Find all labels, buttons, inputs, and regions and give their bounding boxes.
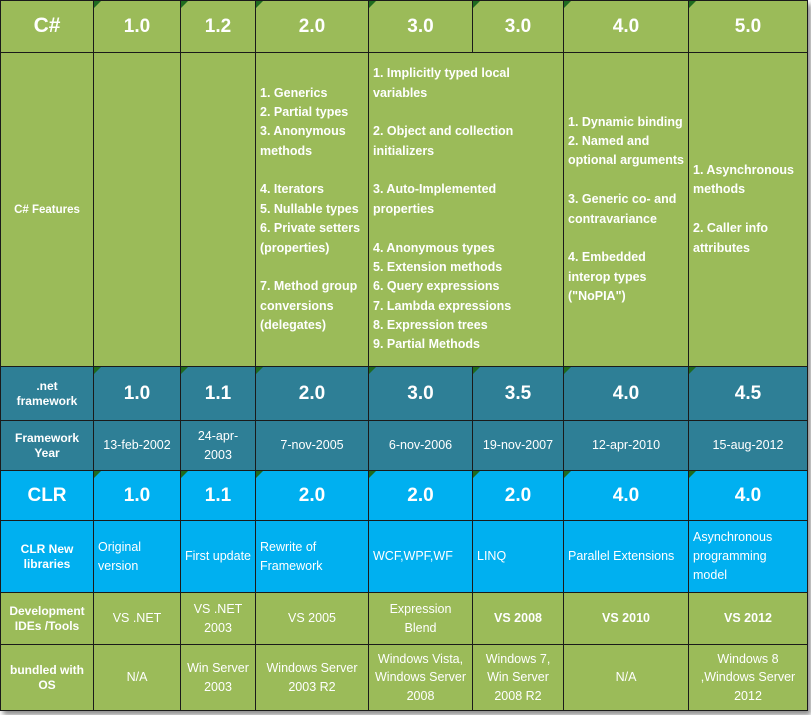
csharp-version-4-0: 4.0	[563, 0, 689, 53]
csharp-features-2-0: 1. Generics 2. Partial types 3. Anonymou…	[255, 52, 369, 367]
net-framework-2-0: 2.0	[255, 366, 369, 421]
dev-ide-2-0: VS 2005	[255, 592, 369, 645]
bundled-os-4-0: N/A	[563, 644, 689, 711]
csharp-features-1-0	[93, 52, 181, 367]
dev-ide-4-5: VS 2012	[688, 592, 808, 645]
table-row-dev-ides-tools: Development IDEs /Tools VS .NET VS .NET …	[0, 592, 808, 645]
row-label-csharp: C#	[0, 0, 94, 53]
net-framework-1-1: 1.1	[180, 366, 256, 421]
net-framework-4-0: 4.0	[563, 366, 689, 421]
bundled-os-4-5: Windows 8 ,Windows Server 2012	[688, 644, 808, 711]
dev-ide-1-0: VS .NET	[93, 592, 181, 645]
framework-year-1-0: 13-feb-2002	[93, 420, 181, 471]
clr-libraries-1-1: First update	[180, 520, 256, 593]
csharp-version-3-0-b: 3.0	[472, 0, 564, 53]
spreadsheet-canvas: C# 1.0 1.2 2.0 3.0 3.0 4.0 5.0 C# Featur…	[0, 0, 811, 715]
table-row-clr-new-libraries: CLR New libraries Original version First…	[0, 520, 808, 593]
framework-year-4-0: 12-apr-2010	[563, 420, 689, 471]
table-row-clr: CLR 1.0 1.1 2.0 2.0 2.0 4.0 4.0	[0, 470, 808, 521]
framework-year-3-0: 6-nov-2006	[368, 420, 473, 471]
csharp-version-5-0: 5.0	[688, 0, 808, 53]
csharp-features-1-2	[180, 52, 256, 367]
clr-version-4-0-b: 4.0	[688, 470, 808, 521]
table-row-bundled-with-os: bundled with OS N/A Win Server 2003 Wind…	[0, 644, 808, 711]
clr-version-2-0-c: 2.0	[472, 470, 564, 521]
csharp-version-3-0: 3.0	[368, 0, 473, 53]
clr-version-1-1: 1.1	[180, 470, 256, 521]
csharp-version-1-2: 1.2	[180, 0, 256, 53]
net-framework-3-5: 3.5	[472, 366, 564, 421]
table-row-csharp-features: C# Features 1. Generics 2. Partial types…	[0, 52, 808, 367]
clr-version-2-0: 2.0	[255, 470, 369, 521]
row-label-clr: CLR	[0, 470, 94, 521]
framework-year-1-1: 24-apr-2003	[180, 420, 256, 471]
csharp-dotnet-version-table: C# 1.0 1.2 2.0 3.0 3.0 4.0 5.0 C# Featur…	[0, 0, 808, 711]
clr-libraries-1-0: Original version	[93, 520, 181, 593]
clr-libraries-3-0: WCF,WPF,WF	[368, 520, 473, 593]
table-row-net-framework: .net framework 1.0 1.1 2.0 3.0 3.5 4.0 4…	[0, 366, 808, 421]
bundled-os-3-0: Windows Vista, Windows Server 2008	[368, 644, 473, 711]
row-label-bundled-with-os: bundled with OS	[0, 644, 94, 711]
row-label-csharp-features: C# Features	[0, 52, 94, 367]
csharp-features-4-0: 1. Dynamic binding 2. Named and optional…	[563, 52, 689, 367]
dev-ide-3-0: Expression Blend	[368, 592, 473, 645]
bundled-os-1-1: Win Server 2003	[180, 644, 256, 711]
clr-version-1-0: 1.0	[93, 470, 181, 521]
row-label-dev-ides-tools: Development IDEs /Tools	[0, 592, 94, 645]
table-row-framework-year: Framework Year 13-feb-2002 24-apr-2003 7…	[0, 420, 808, 471]
clr-libraries-4-5: Asynchronous programming model	[688, 520, 808, 593]
row-label-clr-new-libraries: CLR New libraries	[0, 520, 94, 593]
bundled-os-3-5: Windows 7, Win Server 2008 R2	[472, 644, 564, 711]
dev-ide-4-0: VS 2010	[563, 592, 689, 645]
clr-libraries-3-5: LINQ	[472, 520, 564, 593]
bundled-os-2-0: Windows Server 2003 R2	[255, 644, 369, 711]
dev-ide-1-1: VS .NET 2003	[180, 592, 256, 645]
clr-version-4-0: 4.0	[563, 470, 689, 521]
dev-ide-3-5: VS 2008	[472, 592, 564, 645]
clr-libraries-4-0: Parallel Extensions	[563, 520, 689, 593]
clr-libraries-2-0: Rewrite of Framework	[255, 520, 369, 593]
table-row-csharp-version: C# 1.0 1.2 2.0 3.0 3.0 4.0 5.0	[0, 0, 808, 53]
csharp-features-3-0: 1. Implicitly typed local variables 2. O…	[368, 52, 564, 367]
net-framework-3-0: 3.0	[368, 366, 473, 421]
csharp-version-1-0: 1.0	[93, 0, 181, 53]
clr-version-2-0-b: 2.0	[368, 470, 473, 521]
csharp-version-2-0: 2.0	[255, 0, 369, 53]
framework-year-2-0: 7-nov-2005	[255, 420, 369, 471]
bundled-os-1-0: N/A	[93, 644, 181, 711]
csharp-features-5-0: 1. Asynchronous methods 2. Caller info a…	[688, 52, 808, 367]
row-label-net-framework: .net framework	[0, 366, 94, 421]
net-framework-4-5: 4.5	[688, 366, 808, 421]
net-framework-1-0: 1.0	[93, 366, 181, 421]
framework-year-4-5: 15-aug-2012	[688, 420, 808, 471]
framework-year-3-5: 19-nov-2007	[472, 420, 564, 471]
row-label-framework-year: Framework Year	[0, 420, 94, 471]
